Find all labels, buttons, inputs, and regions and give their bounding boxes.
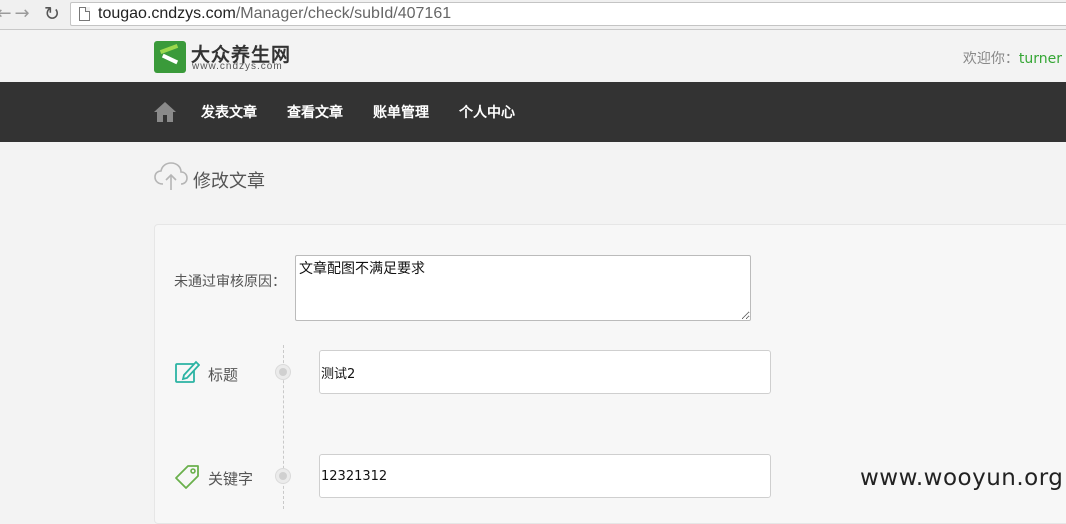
welcome-message: 欢迎你：turner: [963, 48, 1062, 68]
keywords-label: 关键字: [208, 470, 254, 488]
tag-icon: [175, 465, 199, 489]
title-label: 标题: [208, 366, 239, 384]
logo-icon[interactable]: [154, 41, 186, 73]
forward-arrow-icon[interactable]: →: [12, 4, 32, 24]
watermark: www.wooyun.org: [860, 465, 1064, 491]
page-icon: [79, 7, 90, 21]
reload-icon[interactable]: ↻: [42, 4, 62, 24]
nav-item-view-articles[interactable]: 查看文章: [287, 102, 343, 122]
edit-icon: [175, 360, 200, 383]
timeline-dot-title: [275, 364, 291, 380]
url-path: /Manager/check/subId/407161: [235, 5, 452, 22]
nav-item-publish[interactable]: 发表文章: [201, 102, 257, 122]
username-link[interactable]: turner: [1019, 51, 1062, 67]
page-title: 修改文章: [193, 171, 265, 192]
main-nav: 发表文章 查看文章 账单管理 个人中心: [0, 82, 1066, 142]
reject-reason-textarea[interactable]: 文章配图不满足要求: [295, 255, 751, 321]
welcome-prefix: 欢迎你：: [962, 51, 1019, 67]
logo-subtext: www.cndzys.com: [192, 61, 283, 72]
reject-reason-label: 未通过审核原因：: [174, 274, 286, 290]
site-header: 大众养生网 www.cndzys.com 欢迎你：turner: [0, 31, 1066, 82]
nav-item-billing[interactable]: 账单管理: [373, 102, 429, 122]
keywords-input[interactable]: [319, 454, 771, 498]
timeline-dot-keywords: [275, 468, 291, 484]
cloud-upload-icon: [154, 162, 188, 190]
nav-item-profile[interactable]: 个人中心: [459, 102, 515, 122]
title-input[interactable]: [319, 350, 771, 394]
url-text[interactable]: tougao.cndzys.com/Manager/check/subId/40…: [98, 5, 451, 23]
url-host: tougao.cndzys.com: [98, 5, 236, 22]
home-icon[interactable]: [153, 100, 177, 124]
browser-toolbar: ← → ↻ tougao.cndzys.com/Manager/check/su…: [0, 0, 1066, 30]
address-bar[interactable]: tougao.cndzys.com/Manager/check/subId/40…: [70, 2, 1066, 26]
